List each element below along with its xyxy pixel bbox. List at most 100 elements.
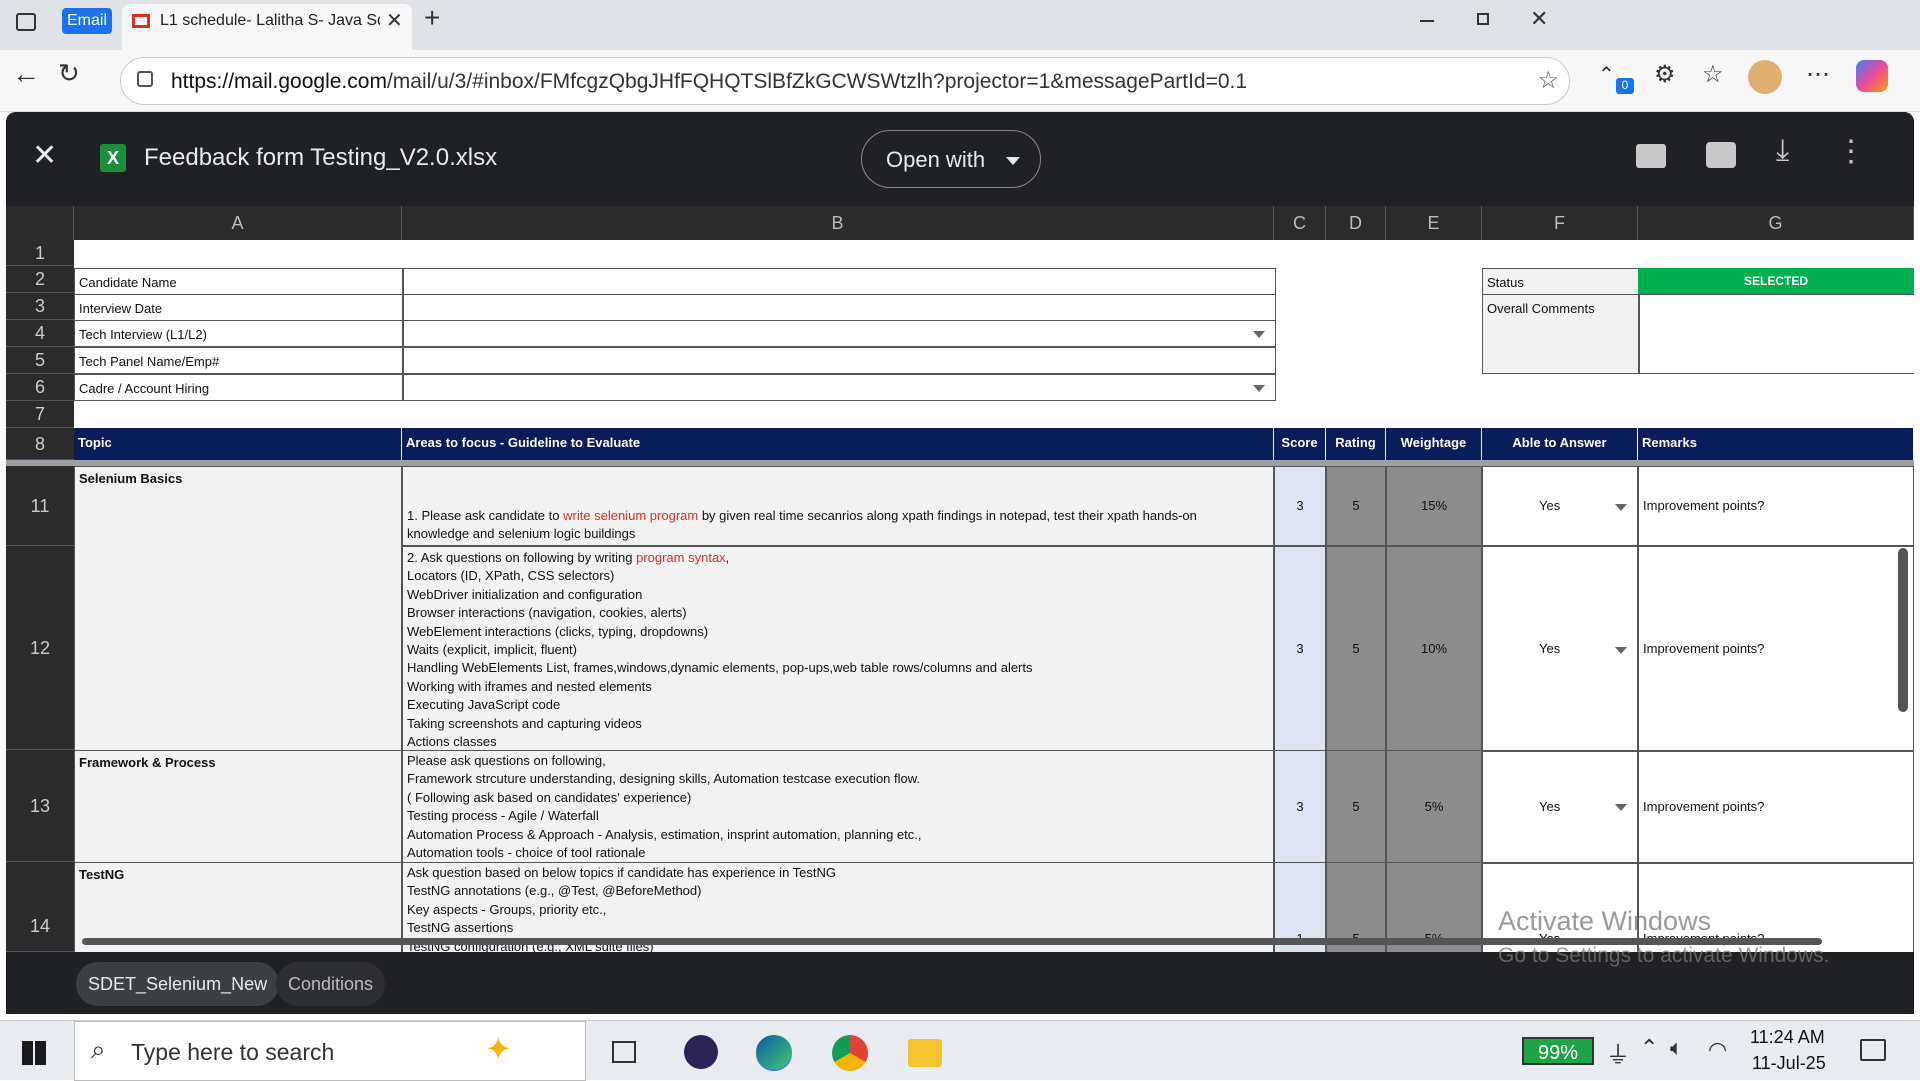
col-header-a[interactable]: A	[74, 206, 402, 240]
print-icon[interactable]	[1706, 142, 1736, 168]
row-header-2[interactable]: 2	[6, 266, 74, 293]
address-bar-row: ← ↻ https://mail.google.com/mail/u/3/#in…	[0, 50, 1920, 112]
label-cadre: Cadre / Account Hiring	[74, 374, 404, 401]
row-header-7[interactable]: 7	[6, 401, 74, 428]
copilot-icon[interactable]	[1856, 60, 1888, 92]
row-header-1[interactable]: 1	[6, 240, 74, 266]
profile-avatar[interactable]	[1748, 60, 1782, 94]
ext-badge: 0	[1616, 78, 1634, 94]
row-header-11[interactable]: 11	[6, 466, 74, 546]
clock-date[interactable]: 11-Jul-25	[1752, 1053, 1826, 1074]
favorites-icon[interactable]: ☆	[1702, 60, 1724, 89]
tab-title: L1 schedule- Lalitha S- Java Sdet-	[160, 12, 380, 29]
input-overall-comments[interactable]	[1638, 294, 1914, 374]
show-hidden-icons[interactable]: ⌃	[1640, 1035, 1658, 1061]
task-view-icon[interactable]	[612, 1041, 636, 1063]
row-header-4[interactable]: 4	[6, 320, 74, 347]
battery-indicator[interactable]: 99%	[1522, 1037, 1594, 1065]
row-header-3[interactable]: 3	[6, 293, 74, 320]
url-field[interactable]: https://mail.google.com/mail/u/3/#inbox/…	[120, 57, 1570, 105]
col-header-b[interactable]: B	[402, 206, 1274, 240]
search-icon: ⌕	[91, 1034, 106, 1064]
remarks-r11[interactable]: Improvement points?	[1638, 466, 1914, 546]
weight-r13[interactable]: 5%	[1386, 750, 1482, 864]
remarks-r13[interactable]: Improvement points?	[1638, 750, 1914, 864]
more-options-icon[interactable]: ⋮	[1836, 134, 1866, 169]
open-with-button[interactable]: Open with	[861, 130, 1041, 188]
windows-start-icon[interactable]	[22, 1041, 46, 1065]
favorite-star-icon[interactable]: ☆	[1537, 66, 1559, 95]
download-icon[interactable]: ⤓	[1776, 134, 1789, 168]
wifi-icon[interactable]: ◠	[1708, 1037, 1727, 1063]
score-r13[interactable]: 3	[1274, 750, 1326, 864]
vertical-scrollbar[interactable]	[1898, 548, 1908, 712]
remarks-r12[interactable]: Improvement points?	[1638, 546, 1914, 752]
col-header-c[interactable]: C	[1274, 206, 1326, 240]
rating-r13[interactable]: 5	[1326, 750, 1386, 864]
row-header-13[interactable]: 13	[6, 750, 74, 862]
close-viewer-icon[interactable]: ✕	[32, 138, 57, 173]
sheet-tab-sdet[interactable]: SDET_Selenium_New	[76, 962, 280, 1006]
back-icon[interactable]: ←	[12, 58, 40, 90]
chrome-icon[interactable]	[832, 1035, 868, 1071]
active-tab[interactable]: L1 schedule- Lalitha S- Java Sdet- ✕	[122, 4, 412, 50]
select-cadre[interactable]	[402, 374, 1276, 401]
header-score: Score	[1274, 428, 1326, 460]
row-header-14[interactable]: 14	[6, 862, 74, 952]
dropdown-arrow-icon	[1253, 385, 1265, 392]
taskbar-search[interactable]: ⌕ Type here to search ✦	[74, 1021, 586, 1081]
select-tech-interview[interactable]	[402, 320, 1276, 347]
more-menu-icon[interactable]: ⋯	[1806, 60, 1830, 89]
sparkle-icon: ✦	[485, 1031, 512, 1067]
label-status: Status	[1482, 268, 1640, 295]
col-header-f[interactable]: F	[1482, 206, 1638, 240]
file-explorer-icon[interactable]	[908, 1039, 942, 1067]
row-header-8[interactable]: 8	[6, 428, 74, 460]
input-candidate-name[interactable]	[402, 268, 1276, 295]
header-topic: Topic	[74, 428, 402, 460]
eclipse-icon[interactable]	[684, 1035, 718, 1069]
guideline-r13[interactable]: Please ask questions on following, Framew…	[402, 750, 1274, 864]
rating-r12[interactable]: 5	[1326, 546, 1386, 752]
add-to-drive-icon[interactable]	[1636, 144, 1666, 168]
label-tech-interview: Tech Interview (L1/L2)	[74, 320, 404, 347]
topic-selenium-basics[interactable]: Selenium Basics	[74, 466, 402, 752]
input-tech-panel[interactable]	[402, 347, 1276, 374]
volume-icon[interactable]: 🔈︎	[1670, 1035, 1683, 1061]
score-r11[interactable]: 3	[1274, 466, 1326, 546]
refresh-icon[interactable]: ↻	[58, 58, 80, 89]
edge-icon[interactable]	[756, 1035, 792, 1069]
col-header-g[interactable]: G	[1638, 206, 1914, 240]
weight-r11[interactable]: 15%	[1386, 466, 1482, 546]
close-window-icon[interactable]: ✕	[1530, 6, 1548, 32]
guideline-r11[interactable]: 1. Please ask candidate to write seleniu…	[402, 466, 1274, 546]
tab-actions-icon[interactable]	[16, 13, 36, 31]
able-r11[interactable]: Yes	[1482, 466, 1638, 546]
weight-r12[interactable]: 10%	[1386, 546, 1482, 752]
restore-icon[interactable]	[1477, 13, 1489, 25]
extensions-icon[interactable]: ⚙	[1654, 60, 1676, 89]
row-header-12[interactable]: 12	[6, 546, 74, 750]
clock-time[interactable]: 11:24 AM	[1750, 1027, 1825, 1048]
lock-icon	[137, 71, 153, 87]
browser-tab-bar: Email L1 schedule- Lalitha S- Java Sdet-…	[0, 0, 1920, 50]
status-badge[interactable]: SELECTED	[1638, 268, 1914, 295]
topic-framework[interactable]: Framework & Process	[74, 750, 402, 864]
new-tab-icon[interactable]: +	[424, 2, 440, 34]
feedback-icon[interactable]: ⌃	[1598, 62, 1615, 87]
row-header-6[interactable]: 6	[6, 374, 74, 401]
able-r12[interactable]: Yes	[1482, 546, 1638, 752]
minimize-icon[interactable]	[1420, 20, 1434, 22]
notifications-icon[interactable]	[1860, 1039, 1886, 1061]
tab-email[interactable]: Email	[62, 8, 112, 34]
able-r13[interactable]: Yes	[1482, 750, 1638, 864]
row-header-5[interactable]: 5	[6, 347, 74, 374]
col-header-d[interactable]: D	[1326, 206, 1386, 240]
input-interview-date[interactable]	[402, 294, 1276, 321]
close-tab-icon[interactable]: ✕	[386, 8, 403, 33]
score-r12[interactable]: 3	[1274, 546, 1326, 752]
col-header-e[interactable]: E	[1386, 206, 1482, 240]
sheet-tab-conditions[interactable]: Conditions	[276, 962, 386, 1006]
rating-r11[interactable]: 5	[1326, 466, 1386, 546]
guideline-r12[interactable]: 2. Ask questions on following by writing…	[402, 546, 1274, 752]
